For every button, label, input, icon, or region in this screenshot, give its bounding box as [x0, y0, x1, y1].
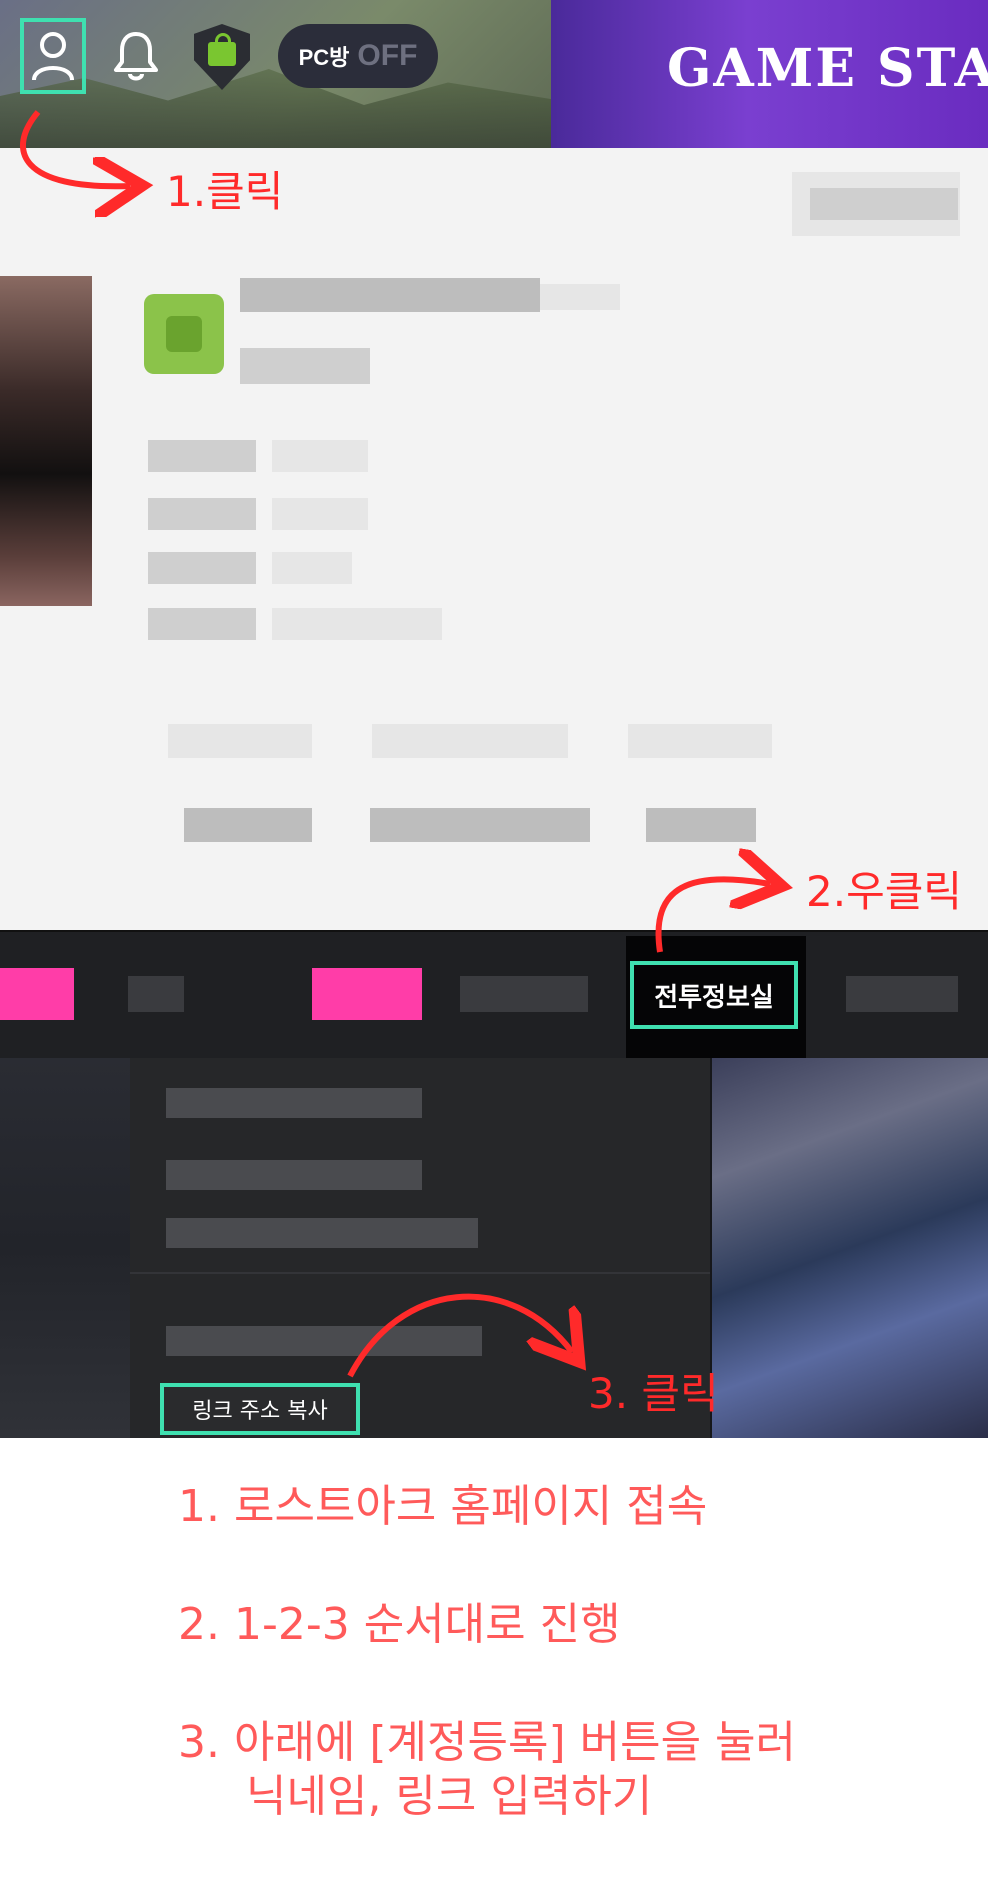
nav-item-blurred[interactable]: [128, 976, 184, 1012]
context-area: [0, 1058, 988, 1438]
tab-battle-info[interactable]: 전투정보실: [630, 961, 798, 1029]
pc-bang-status: OFF: [357, 39, 418, 72]
character-image: [0, 276, 92, 606]
blurred-stat-label: [372, 724, 568, 758]
pc-bang-toggle[interactable]: PC방 OFF: [278, 24, 438, 88]
blurred-label: [148, 552, 256, 584]
profile-card: [0, 148, 988, 930]
blurred-text: [540, 284, 620, 310]
blurred-label: [148, 440, 256, 472]
nav-item-blurred[interactable]: [846, 976, 958, 1012]
banner-text: GAME STAR: [667, 38, 988, 99]
blurred-value: [272, 608, 442, 640]
notification-button[interactable]: [108, 24, 164, 88]
menu-item-blurred[interactable]: [166, 1088, 422, 1118]
bell-icon: [114, 32, 158, 81]
blurred-stat-label: [168, 724, 312, 758]
blurred-value: [272, 440, 368, 472]
blurred-text: [810, 188, 958, 220]
user-icon: [32, 32, 74, 81]
menu-item-blurred[interactable]: [166, 1160, 422, 1190]
blurred-label: [148, 498, 256, 530]
blurred-value: [272, 552, 352, 584]
blurred-stat-value: [370, 808, 590, 842]
blurred-label: [148, 608, 256, 640]
nav-item-badge: [0, 968, 74, 1020]
copy-link-address-menu-item[interactable]: 링크 주소 복사: [160, 1383, 360, 1435]
annotation-step1: 1.클릭: [166, 167, 284, 216]
site-header: PC방 OFF GAME STAR: [0, 0, 988, 148]
instruction-3-line1: 3. 아래에 [계정등록] 버튼을 눌러: [178, 1717, 797, 1768]
instruction-2: 2. 1-2-3 순서대로 진행: [178, 1599, 621, 1650]
shop-button[interactable]: [192, 22, 252, 92]
blurred-value: [272, 498, 368, 530]
promo-banner[interactable]: GAME STAR: [551, 0, 988, 148]
shop-icon: [194, 24, 250, 90]
instructions: 1. 로스트아크 홈페이지 접속 2. 1-2-3 순서대로 진행 3. 아래에…: [178, 1480, 968, 1824]
blurred-stat-value: [184, 808, 312, 842]
nav-item-blurred[interactable]: [460, 976, 588, 1012]
server-badge: [144, 294, 224, 374]
nav-item-badge: [312, 968, 422, 1020]
main-nav: [0, 930, 988, 1060]
blurred-text: [240, 348, 370, 384]
menu-separator: [130, 1272, 710, 1274]
menu-item-blurred[interactable]: [166, 1218, 478, 1248]
instruction-1: 1. 로스트아크 홈페이지 접속: [178, 1481, 708, 1532]
instruction-3: 3. 아래에 [계정등록] 버튼을 눌러 닉네임, 링크 입력하기: [178, 1716, 968, 1824]
menu-item-blurred[interactable]: [166, 1326, 482, 1356]
blurred-name: [240, 278, 540, 312]
annotation-step3: 3. 클릭: [588, 1369, 719, 1418]
instruction-3-line2: 닉네임, 링크 입력하기: [246, 1771, 653, 1822]
pc-bang-label: PC방: [298, 45, 350, 70]
blurred-stat-label: [628, 724, 772, 758]
right-background-art: [712, 1058, 988, 1438]
annotation-step2: 2.우클릭: [806, 867, 962, 916]
left-background-art: [0, 1058, 130, 1438]
blurred-stat-value: [646, 808, 756, 842]
user-icon-button[interactable]: [20, 18, 86, 94]
